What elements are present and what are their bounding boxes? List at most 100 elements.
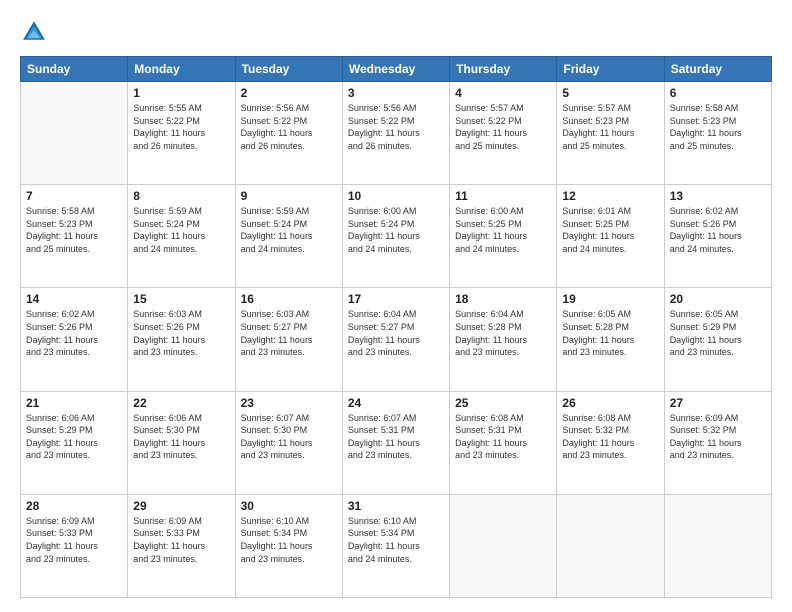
calendar-day-cell: 6 Sunrise: 5:58 AM Sunset: 5:23 PM Daylig… <box>664 82 771 185</box>
day-info: Sunrise: 6:09 AM Sunset: 5:33 PM Dayligh… <box>26 515 122 565</box>
day-info: Sunrise: 5:57 AM Sunset: 5:22 PM Dayligh… <box>455 102 551 152</box>
calendar-day-cell: 27 Sunrise: 6:09 AM Sunset: 5:32 PM Dayli… <box>664 391 771 494</box>
day-info: Sunrise: 6:02 AM Sunset: 5:26 PM Dayligh… <box>26 308 122 358</box>
weekday-header: Sunday <box>21 57 128 82</box>
day-number: 8 <box>133 189 229 203</box>
day-info: Sunrise: 6:09 AM Sunset: 5:33 PM Dayligh… <box>133 515 229 565</box>
day-number: 18 <box>455 292 551 306</box>
day-info: Sunrise: 6:10 AM Sunset: 5:34 PM Dayligh… <box>348 515 444 565</box>
calendar-day-cell: 18 Sunrise: 6:04 AM Sunset: 5:28 PM Dayli… <box>450 288 557 391</box>
day-number: 27 <box>670 396 766 410</box>
day-number: 14 <box>26 292 122 306</box>
calendar-week-row: 7 Sunrise: 5:58 AM Sunset: 5:23 PM Daylig… <box>21 185 772 288</box>
calendar-day-cell: 30 Sunrise: 6:10 AM Sunset: 5:34 PM Dayli… <box>235 494 342 597</box>
calendar-day-cell <box>557 494 664 597</box>
day-info: Sunrise: 6:07 AM Sunset: 5:31 PM Dayligh… <box>348 412 444 462</box>
calendar-day-cell: 31Sunrise: 6:10 AM Sunset: 5:34 PM Dayli… <box>342 494 449 597</box>
calendar-day-cell: 16 Sunrise: 6:03 AM Sunset: 5:27 PM Dayli… <box>235 288 342 391</box>
day-info: Sunrise: 6:10 AM Sunset: 5:34 PM Dayligh… <box>241 515 337 565</box>
day-number: 6 <box>670 86 766 100</box>
day-number: 12 <box>562 189 658 203</box>
day-number: 1 <box>133 86 229 100</box>
day-info: Sunrise: 5:58 AM Sunset: 5:23 PM Dayligh… <box>26 205 122 255</box>
day-info: Sunrise: 6:00 AM Sunset: 5:24 PM Dayligh… <box>348 205 444 255</box>
day-number: 29 <box>133 499 229 513</box>
weekday-header: Saturday <box>664 57 771 82</box>
day-number: 7 <box>26 189 122 203</box>
day-info: Sunrise: 6:00 AM Sunset: 5:25 PM Dayligh… <box>455 205 551 255</box>
weekday-header: Monday <box>128 57 235 82</box>
day-info: Sunrise: 6:08 AM Sunset: 5:32 PM Dayligh… <box>562 412 658 462</box>
day-info: Sunrise: 6:04 AM Sunset: 5:28 PM Dayligh… <box>455 308 551 358</box>
calendar-day-cell: 2Sunrise: 5:56 AM Sunset: 5:22 PM Daylig… <box>235 82 342 185</box>
calendar-day-cell: 14 Sunrise: 6:02 AM Sunset: 5:26 PM Dayli… <box>21 288 128 391</box>
calendar-day-cell: 15 Sunrise: 6:03 AM Sunset: 5:26 PM Dayli… <box>128 288 235 391</box>
calendar-day-cell: 28Sunrise: 6:09 AM Sunset: 5:33 PM Dayli… <box>21 494 128 597</box>
day-number: 30 <box>241 499 337 513</box>
weekday-header: Friday <box>557 57 664 82</box>
calendar-day-cell <box>21 82 128 185</box>
day-info: Sunrise: 5:55 AM Sunset: 5:22 PM Dayligh… <box>133 102 229 152</box>
calendar-day-cell: 8 Sunrise: 5:59 AM Sunset: 5:24 PM Daylig… <box>128 185 235 288</box>
weekday-header: Tuesday <box>235 57 342 82</box>
day-number: 3 <box>348 86 444 100</box>
day-info: Sunrise: 5:58 AM Sunset: 5:23 PM Dayligh… <box>670 102 766 152</box>
day-number: 26 <box>562 396 658 410</box>
day-info: Sunrise: 6:07 AM Sunset: 5:30 PM Dayligh… <box>241 412 337 462</box>
calendar-day-cell: 7 Sunrise: 5:58 AM Sunset: 5:23 PM Daylig… <box>21 185 128 288</box>
calendar-day-cell <box>450 494 557 597</box>
weekday-header: Wednesday <box>342 57 449 82</box>
day-number: 9 <box>241 189 337 203</box>
calendar-day-cell: 19 Sunrise: 6:05 AM Sunset: 5:28 PM Dayli… <box>557 288 664 391</box>
calendar-day-cell: 4 Sunrise: 5:57 AM Sunset: 5:22 PM Daylig… <box>450 82 557 185</box>
day-info: Sunrise: 6:03 AM Sunset: 5:26 PM Dayligh… <box>133 308 229 358</box>
day-number: 15 <box>133 292 229 306</box>
day-number: 19 <box>562 292 658 306</box>
day-info: Sunrise: 6:05 AM Sunset: 5:29 PM Dayligh… <box>670 308 766 358</box>
page: SundayMondayTuesdayWednesdayThursdayFrid… <box>0 0 792 612</box>
calendar: SundayMondayTuesdayWednesdayThursdayFrid… <box>20 56 772 598</box>
calendar-day-cell: 25 Sunrise: 6:08 AM Sunset: 5:31 PM Dayli… <box>450 391 557 494</box>
day-info: Sunrise: 5:56 AM Sunset: 5:22 PM Dayligh… <box>241 102 337 152</box>
calendar-week-row: 28Sunrise: 6:09 AM Sunset: 5:33 PM Dayli… <box>21 494 772 597</box>
day-number: 20 <box>670 292 766 306</box>
day-number: 22 <box>133 396 229 410</box>
calendar-day-cell: 29 Sunrise: 6:09 AM Sunset: 5:33 PM Dayli… <box>128 494 235 597</box>
day-info: Sunrise: 5:56 AM Sunset: 5:22 PM Dayligh… <box>348 102 444 152</box>
day-number: 21 <box>26 396 122 410</box>
calendar-day-cell: 24 Sunrise: 6:07 AM Sunset: 5:31 PM Dayli… <box>342 391 449 494</box>
day-info: Sunrise: 6:01 AM Sunset: 5:25 PM Dayligh… <box>562 205 658 255</box>
day-number: 16 <box>241 292 337 306</box>
logo <box>20 18 52 46</box>
calendar-day-cell: 11 Sunrise: 6:00 AM Sunset: 5:25 PM Dayli… <box>450 185 557 288</box>
day-number: 10 <box>348 189 444 203</box>
day-info: Sunrise: 5:59 AM Sunset: 5:24 PM Dayligh… <box>241 205 337 255</box>
day-info: Sunrise: 6:02 AM Sunset: 5:26 PM Dayligh… <box>670 205 766 255</box>
day-number: 23 <box>241 396 337 410</box>
day-info: Sunrise: 6:05 AM Sunset: 5:28 PM Dayligh… <box>562 308 658 358</box>
day-info: Sunrise: 5:59 AM Sunset: 5:24 PM Dayligh… <box>133 205 229 255</box>
calendar-day-cell: 3 Sunrise: 5:56 AM Sunset: 5:22 PM Daylig… <box>342 82 449 185</box>
day-info: Sunrise: 6:04 AM Sunset: 5:27 PM Dayligh… <box>348 308 444 358</box>
calendar-day-cell: 1 Sunrise: 5:55 AM Sunset: 5:22 PM Daylig… <box>128 82 235 185</box>
day-number: 13 <box>670 189 766 203</box>
calendar-header-row: SundayMondayTuesdayWednesdayThursdayFrid… <box>21 57 772 82</box>
calendar-day-cell <box>664 494 771 597</box>
day-number: 25 <box>455 396 551 410</box>
calendar-day-cell: 9 Sunrise: 5:59 AM Sunset: 5:24 PM Daylig… <box>235 185 342 288</box>
calendar-day-cell: 5Sunrise: 5:57 AM Sunset: 5:23 PM Daylig… <box>557 82 664 185</box>
calendar-week-row: 1 Sunrise: 5:55 AM Sunset: 5:22 PM Daylig… <box>21 82 772 185</box>
day-number: 5 <box>562 86 658 100</box>
calendar-day-cell: 22Sunrise: 6:06 AM Sunset: 5:30 PM Dayli… <box>128 391 235 494</box>
calendar-day-cell: 26 Sunrise: 6:08 AM Sunset: 5:32 PM Dayli… <box>557 391 664 494</box>
calendar-day-cell: 20 Sunrise: 6:05 AM Sunset: 5:29 PM Dayli… <box>664 288 771 391</box>
day-info: Sunrise: 6:08 AM Sunset: 5:31 PM Dayligh… <box>455 412 551 462</box>
day-info: Sunrise: 6:03 AM Sunset: 5:27 PM Dayligh… <box>241 308 337 358</box>
day-number: 11 <box>455 189 551 203</box>
calendar-day-cell: 13 Sunrise: 6:02 AM Sunset: 5:26 PM Dayli… <box>664 185 771 288</box>
day-number: 4 <box>455 86 551 100</box>
day-info: Sunrise: 6:09 AM Sunset: 5:32 PM Dayligh… <box>670 412 766 462</box>
day-number: 24 <box>348 396 444 410</box>
logo-icon <box>20 18 48 46</box>
weekday-header: Thursday <box>450 57 557 82</box>
